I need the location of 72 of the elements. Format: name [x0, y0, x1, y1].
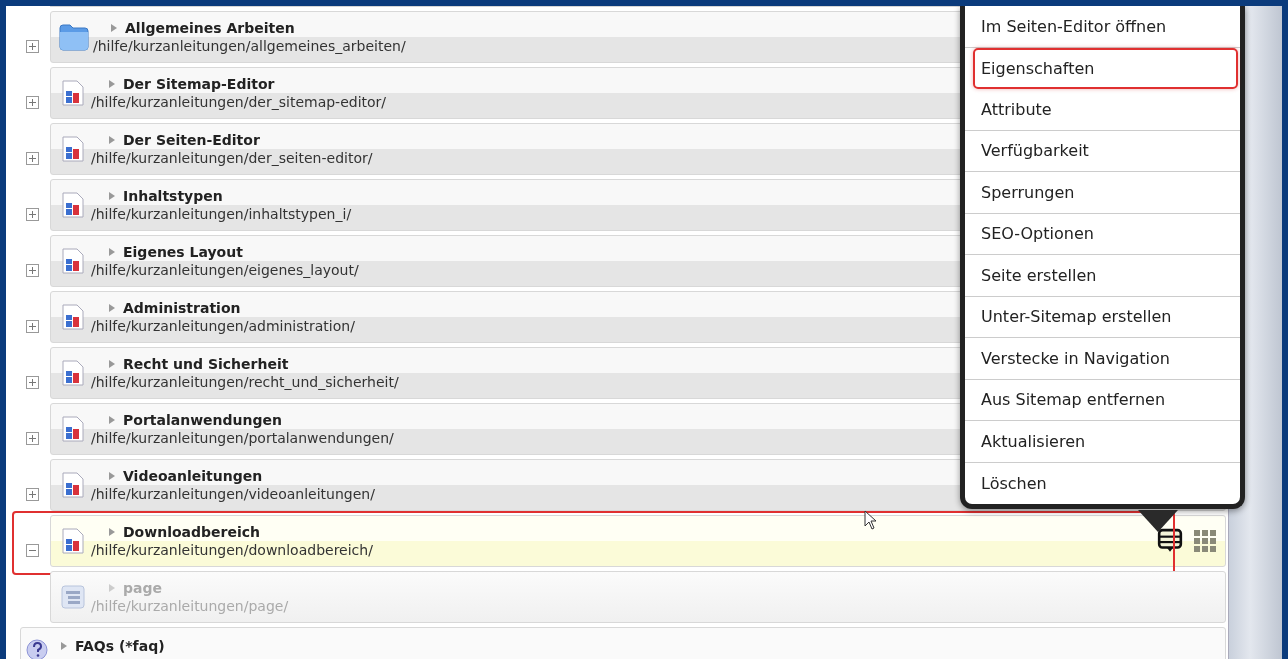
page-title: page — [123, 580, 162, 596]
expander-icon[interactable] — [26, 40, 39, 53]
page-title: Der Seiten-Editor — [123, 132, 260, 148]
page-path: /hilfe/kurzanleitungen/administration/ — [91, 318, 355, 334]
triangle-icon — [109, 248, 115, 256]
page-path: /hilfe/kurzanleitungen/allgemeines_arbeiten/ — [93, 38, 406, 54]
expander-icon[interactable] — [26, 208, 39, 221]
triangle-icon — [111, 24, 117, 32]
document-chart-icon — [59, 471, 87, 499]
document-list-icon — [59, 583, 87, 611]
document-chart-icon — [59, 79, 87, 107]
expander-icon[interactable] — [26, 544, 39, 557]
page-path: /hilfe/kurzanleitungen/portalanwendungen/ — [91, 430, 394, 446]
triangle-icon — [109, 584, 115, 592]
page-path: /hilfe/kurzanleitungen/inhaltstypen_i/ — [91, 206, 352, 222]
page-title: Inhaltstypen — [123, 188, 223, 204]
page-path: /hilfe/kurzanleitungen/downloadbereich/ — [91, 542, 373, 558]
triangle-icon — [109, 416, 115, 424]
document-chart-icon — [59, 527, 87, 555]
grid-icon[interactable] — [1193, 529, 1217, 553]
document-chart-icon — [59, 191, 87, 219]
page-path: /hilfe/kurzanleitungen/der_seiten-editor/ — [91, 150, 373, 166]
page-path: /hilfe/kurzanleitungen/der_sitemap-editor/ — [91, 94, 387, 110]
page-title: Videoanleitungen — [123, 468, 263, 484]
triangle-icon — [109, 136, 115, 144]
triangle-icon — [109, 304, 115, 312]
expander-icon[interactable] — [26, 488, 39, 501]
menu-item[interactable]: Verstecke in Navigation — [965, 338, 1240, 380]
triangle-icon — [61, 642, 67, 650]
menu-item[interactable]: Verfügbarkeit — [965, 130, 1240, 172]
document-chart-icon — [59, 135, 87, 163]
triangle-icon — [109, 528, 115, 536]
page-title: Downloadbereich — [123, 524, 260, 540]
menu-item[interactable]: Eigenschaften — [973, 47, 1238, 89]
document-chart-icon — [59, 359, 87, 387]
folder-icon — [59, 23, 89, 51]
expander-icon[interactable] — [26, 432, 39, 445]
page-title: Der Sitemap-Editor — [123, 76, 275, 92]
page-path: /hilfe/kurzanleitungen/page/ — [91, 598, 289, 614]
triangle-icon — [109, 472, 115, 480]
menu-icon[interactable] — [1157, 528, 1183, 554]
expander-icon[interactable] — [26, 96, 39, 109]
document-chart-icon — [59, 247, 87, 275]
triangle-icon — [109, 80, 115, 88]
expander-icon[interactable] — [26, 376, 39, 389]
page-title: Portalanwendungen — [123, 412, 282, 428]
page-title: Recht und Sicherheit — [123, 356, 289, 372]
menu-item[interactable]: Im Seiten-Editor öffnen — [965, 6, 1240, 48]
section-row[interactable]: FAQs (*faq) — [20, 627, 1226, 659]
triangle-icon — [109, 192, 115, 200]
expander-icon[interactable] — [26, 152, 39, 165]
menu-item[interactable]: Sperrungen — [965, 172, 1240, 214]
menu-item[interactable]: Aus Sitemap entfernen — [965, 379, 1240, 421]
page-path: /hilfe/kurzanleitungen/recht_und_sicherheit/ — [91, 374, 399, 390]
page-title: Administration — [123, 300, 241, 316]
triangle-icon — [109, 360, 115, 368]
menu-item[interactable]: Unter-Sitemap erstellen — [965, 296, 1240, 338]
menu-item[interactable]: Attribute — [965, 89, 1240, 131]
page-row[interactable]: Downloadbereich /hilfe/kurzanleitungen/downloadbereich/ — [50, 515, 1226, 567]
page-title: Allgemeines Arbeiten — [125, 20, 295, 36]
document-chart-icon — [59, 415, 87, 443]
cursor-icon — [864, 510, 878, 530]
expander-icon[interactable] — [26, 264, 39, 277]
page-path: /hilfe/kurzanleitungen/eigenes_layout/ — [91, 262, 359, 278]
page-path: /hilfe/kurzanleitungen/videoanleitungen/ — [91, 486, 375, 502]
menu-item[interactable]: SEO-Optionen — [965, 213, 1240, 255]
page-title: Eigenes Layout — [123, 244, 243, 260]
expander-icon[interactable] — [26, 320, 39, 333]
section-title: FAQs (*faq) — [75, 638, 165, 654]
menu-item[interactable]: Seite erstellen — [965, 255, 1240, 297]
menu-item[interactable]: Aktualisieren — [965, 421, 1240, 463]
document-chart-icon — [59, 303, 87, 331]
